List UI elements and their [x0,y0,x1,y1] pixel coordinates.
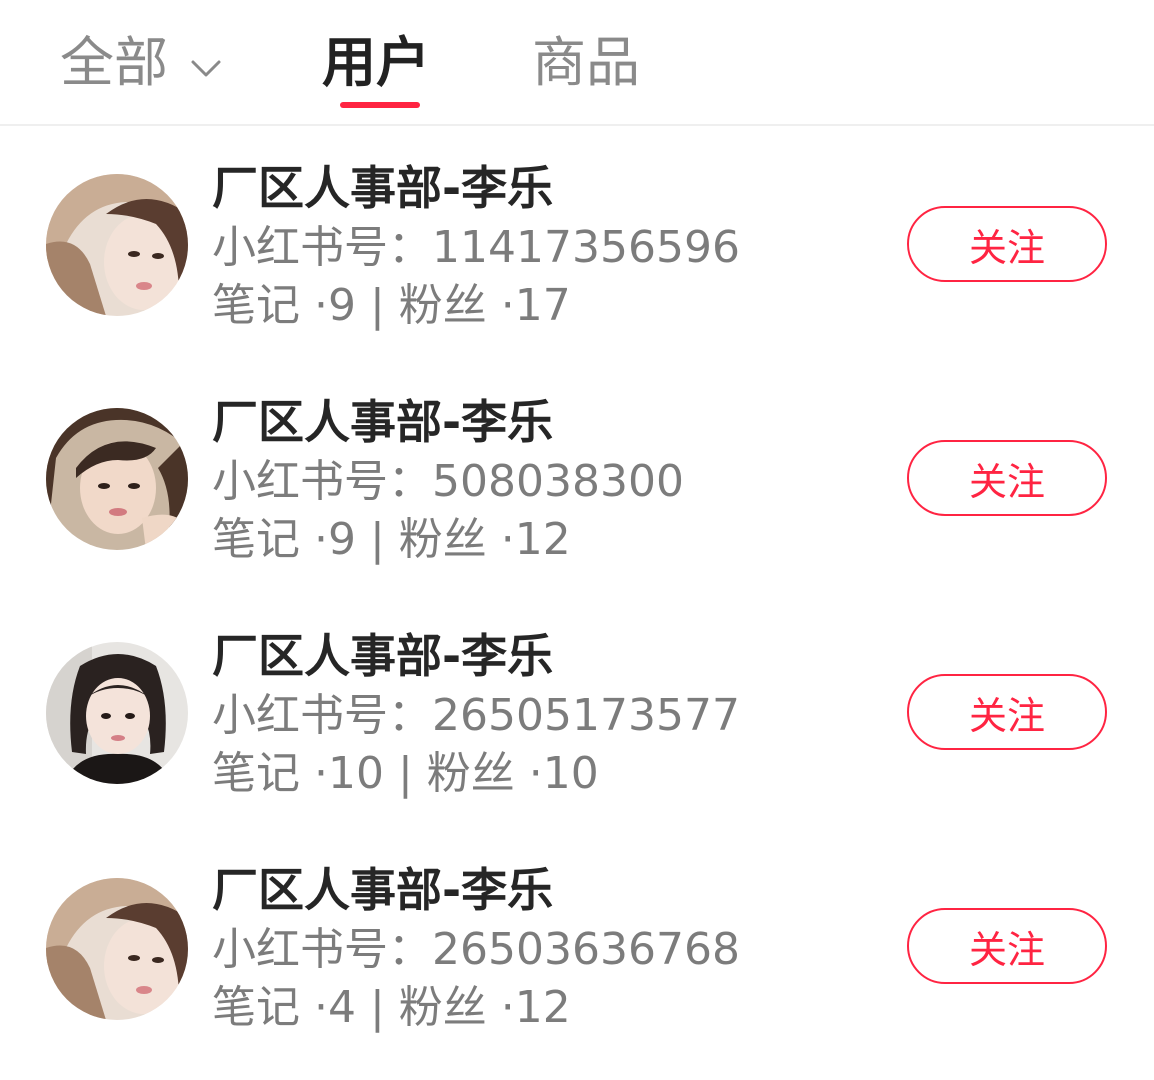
follow-button[interactable]: 关注 [907,440,1107,516]
follow-button[interactable]: 关注 [907,206,1107,282]
user-result-row[interactable]: 厂区人事部-李乐 小红书号：26505173577 笔记 ·10 | 粉丝 ·1… [0,596,1154,830]
user-result-row[interactable]: 厂区人事部-李乐 小红书号：26503636768 笔记 ·4 | 粉丝 ·12… [0,830,1154,1064]
user-stats: 笔记 ·9 | 粉丝 ·17 [212,280,571,331]
tab-products[interactable]: 商品 [532,28,640,98]
user-id: 小红书号：26503636768 [212,924,740,975]
user-name: 厂区人事部-李乐 [212,395,554,449]
follow-button[interactable]: 关注 [907,908,1107,984]
user-avatar[interactable] [46,642,188,784]
user-name: 厂区人事部-李乐 [212,161,554,215]
search-tab-bar: 全部 用户 商品 [0,0,1154,126]
active-tab-indicator [340,102,420,108]
user-id: 小红书号：11417356596 [212,222,740,273]
user-stats: 笔记 ·9 | 粉丝 ·12 [212,514,571,565]
user-stats: 笔记 ·4 | 粉丝 ·12 [212,982,571,1033]
user-result-row[interactable]: 厂区人事部-李乐 小红书号：11417356596 笔记 ·9 | 粉丝 ·17… [0,128,1154,362]
user-name: 厂区人事部-李乐 [212,629,554,683]
chevron-down-icon [190,26,222,96]
user-avatar[interactable] [46,174,188,316]
tab-all-label: 全部 [60,31,168,94]
user-avatar[interactable] [46,408,188,550]
user-result-row[interactable]: 厂区人事部-李乐 小红书号：508038300 笔记 ·9 | 粉丝 ·12 关… [0,362,1154,596]
tab-users[interactable]: 用户 [322,28,430,98]
user-id: 小红书号：26505173577 [212,690,740,741]
tab-all[interactable]: 全部 [60,28,222,98]
follow-button[interactable]: 关注 [907,674,1107,750]
tab-products-label: 商品 [532,31,640,94]
user-stats: 笔记 ·10 | 粉丝 ·10 [212,748,599,799]
user-name: 厂区人事部-李乐 [212,863,554,917]
user-id: 小红书号：508038300 [212,456,684,507]
user-avatar[interactable] [46,878,188,1020]
tab-users-label: 用户 [322,31,430,94]
